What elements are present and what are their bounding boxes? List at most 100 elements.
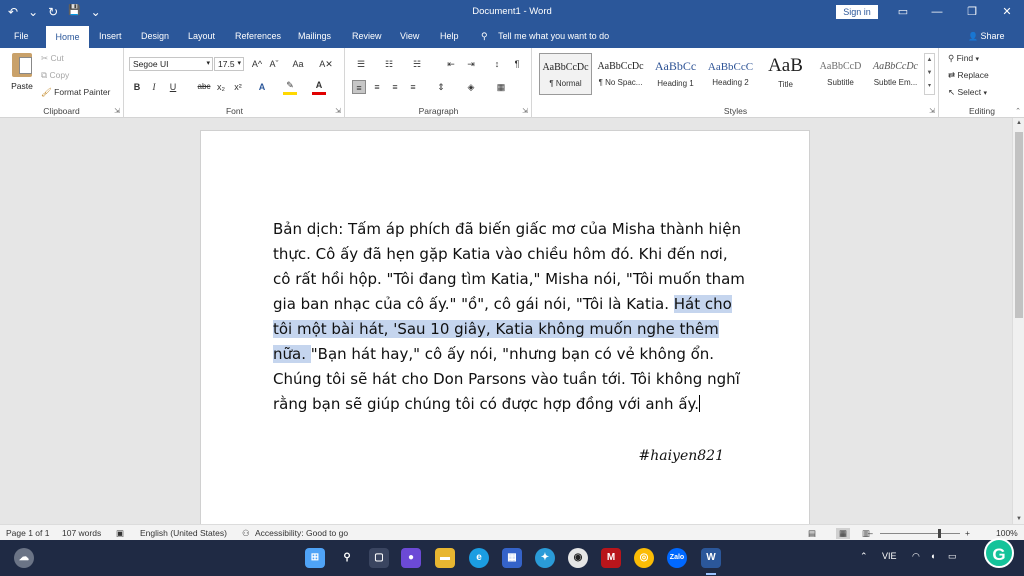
zalo-icon[interactable]: Zalo [667, 548, 687, 568]
zalo-pc-icon[interactable]: ✦ [535, 548, 555, 568]
align-left-icon[interactable]: ≡ [352, 80, 366, 94]
tab-home[interactable]: Home [46, 26, 89, 48]
accessibility-status[interactable]: Accessibility: Good to go [255, 528, 348, 538]
word-count[interactable]: 107 words [62, 528, 101, 538]
style-title[interactable]: AaB Title [759, 53, 812, 95]
style-no-spacing[interactable]: AaBbCcDc ¶ No Spac... [594, 53, 647, 95]
font-name-select[interactable]: Segoe UI ▾ [129, 57, 213, 71]
justify-icon[interactable]: ≡ [406, 80, 420, 94]
zoom-slider-handle[interactable] [938, 529, 941, 538]
clipboard-launcher-icon[interactable]: ⇲ [114, 107, 120, 115]
redo-icon[interactable]: ↻ [48, 5, 58, 19]
file-explorer-icon[interactable]: ▬ [435, 548, 455, 568]
strikethrough-icon[interactable]: abc [195, 80, 213, 94]
print-layout-icon[interactable]: ▦ [836, 528, 851, 539]
tab-help[interactable]: Help [434, 24, 465, 48]
language-status[interactable]: English (United States) [140, 528, 227, 538]
weather-icon[interactable]: ☁ [14, 548, 34, 568]
tab-layout[interactable]: Layout [182, 24, 221, 48]
sort-icon[interactable]: ↕ [490, 57, 504, 71]
more-styles-icon[interactable]: ▾ [925, 80, 934, 93]
underline-icon[interactable]: U [166, 80, 180, 94]
style-heading-1[interactable]: AaBbCc Heading 1 [649, 53, 702, 95]
zoom-level[interactable]: 100% [996, 528, 1018, 538]
page-count[interactable]: Page 1 of 1 [6, 528, 49, 538]
tab-file[interactable]: File [8, 24, 35, 48]
clear-formatting-icon[interactable]: A✕ [317, 57, 335, 71]
input-language[interactable]: VIE [882, 551, 897, 561]
find-button[interactable]: ⚲ Find ▾ [948, 53, 979, 64]
chrome-icon[interactable]: ◎ [634, 548, 654, 568]
styles-scroll[interactable]: ▲ ▼ ▾ [924, 53, 935, 95]
increase-indent-icon[interactable]: ⇥ [464, 57, 478, 71]
github-icon[interactable]: ◉ [568, 548, 588, 568]
close-button[interactable]: ✕ [990, 0, 1024, 24]
sign-in-button[interactable]: Sign in [836, 5, 878, 19]
bold-icon[interactable]: B [130, 80, 144, 94]
volume-icon[interactable]: ◖ [930, 551, 935, 561]
tab-review[interactable]: Review [346, 24, 388, 48]
copy-button[interactable]: ⧉ Copy [41, 70, 69, 81]
italic-icon[interactable]: I [147, 80, 161, 94]
zoom-out-icon[interactable]: – [868, 528, 873, 538]
paragraph-launcher-icon[interactable]: ⇲ [522, 107, 528, 115]
decrease-indent-icon[interactable]: ⇤ [444, 57, 458, 71]
tell-me-search[interactable]: ⚲ Tell me what you want to do [481, 24, 609, 48]
scroll-thumb[interactable] [1015, 132, 1023, 318]
show-formatting-icon[interactable]: ¶ [510, 57, 524, 71]
word-icon[interactable]: W [701, 548, 721, 568]
scroll-down-icon[interactable]: ▼ [1013, 516, 1024, 522]
tab-mailings[interactable]: Mailings [292, 24, 337, 48]
change-case-icon[interactable]: Aa [289, 57, 307, 71]
document-body[interactable]: Bản dịch: Tấm áp phích đã biến giấc mơ c… [273, 217, 745, 417]
tab-design[interactable]: Design [135, 24, 175, 48]
grammarly-icon[interactable]: G [984, 538, 1014, 568]
tray-overflow-icon[interactable]: ⌃ [860, 551, 868, 562]
chat-icon[interactable]: ● [401, 548, 421, 568]
undo-icon[interactable]: ↶ [8, 5, 18, 19]
style-subtitle[interactable]: AaBbCcD Subtitle [814, 53, 867, 95]
collapse-ribbon-icon[interactable]: ⌃ [1015, 107, 1021, 115]
search-icon[interactable]: ⚲ [337, 548, 357, 568]
style-normal[interactable]: AaBbCcDc ¶ Normal [539, 53, 592, 95]
borders-icon[interactable]: ▦ [494, 80, 508, 94]
superscript-icon[interactable]: x² [231, 80, 245, 94]
tab-view[interactable]: View [394, 24, 425, 48]
shrink-font-icon[interactable]: Aˇ [267, 57, 281, 71]
replace-button[interactable]: ⇄ Replace [948, 70, 989, 81]
grow-font-icon[interactable]: A^ [250, 57, 264, 71]
wifi-icon[interactable]: ◠ [912, 551, 920, 562]
start-icon[interactable]: ⊞ [305, 548, 325, 568]
font-size-select[interactable]: 17.5 ▾ [214, 57, 244, 71]
format-painter-button[interactable]: 🖌 Format Painter [41, 87, 110, 98]
select-button[interactable]: ↖ Select ▾ [948, 87, 987, 98]
chevron-up-icon[interactable]: ▲ [925, 54, 934, 67]
battery-icon[interactable]: ▭ [948, 551, 957, 562]
subscript-icon[interactable]: x₂ [214, 80, 228, 94]
save-icon[interactable]: 💾 [68, 5, 80, 19]
text-effects-icon[interactable]: A [255, 80, 269, 94]
numbering-icon[interactable]: ☷ [382, 57, 396, 71]
undo-menu-icon[interactable]: ⌄ [28, 5, 38, 19]
font-color-icon[interactable]: A [312, 78, 326, 92]
font-launcher-icon[interactable]: ⇲ [335, 107, 341, 115]
scroll-up-icon[interactable]: ▲ [1013, 120, 1024, 126]
multilevel-list-icon[interactable]: ☵ [410, 57, 424, 71]
restore-button[interactable]: ❐ [955, 0, 989, 24]
line-spacing-icon[interactable]: ⇕ [434, 80, 448, 94]
shading-icon[interactable]: ◈ [464, 80, 478, 94]
style-heading-2[interactable]: AaBbCcC Heading 2 [704, 53, 757, 95]
styles-launcher-icon[interactable]: ⇲ [929, 107, 935, 115]
highlight-icon[interactable]: ✎ [283, 78, 297, 92]
store-icon[interactable]: ▦ [502, 548, 522, 568]
style-subtle-emphasis[interactable]: AaBbCcDc Subtle Em... [869, 53, 922, 95]
zoom-slider[interactable] [880, 533, 960, 534]
paste-button[interactable]: Paste [8, 53, 36, 97]
minimize-button[interactable]: — [920, 0, 954, 24]
center-icon[interactable]: ≡ [370, 80, 384, 94]
proofing-icon[interactable]: ▣ [116, 528, 124, 539]
read-mode-icon[interactable]: ▤ [808, 528, 816, 539]
cut-button[interactable]: ✂ Cut [41, 53, 64, 64]
zoom-in-icon[interactable]: + [965, 528, 970, 538]
task-view-icon[interactable]: ▢ [369, 548, 389, 568]
